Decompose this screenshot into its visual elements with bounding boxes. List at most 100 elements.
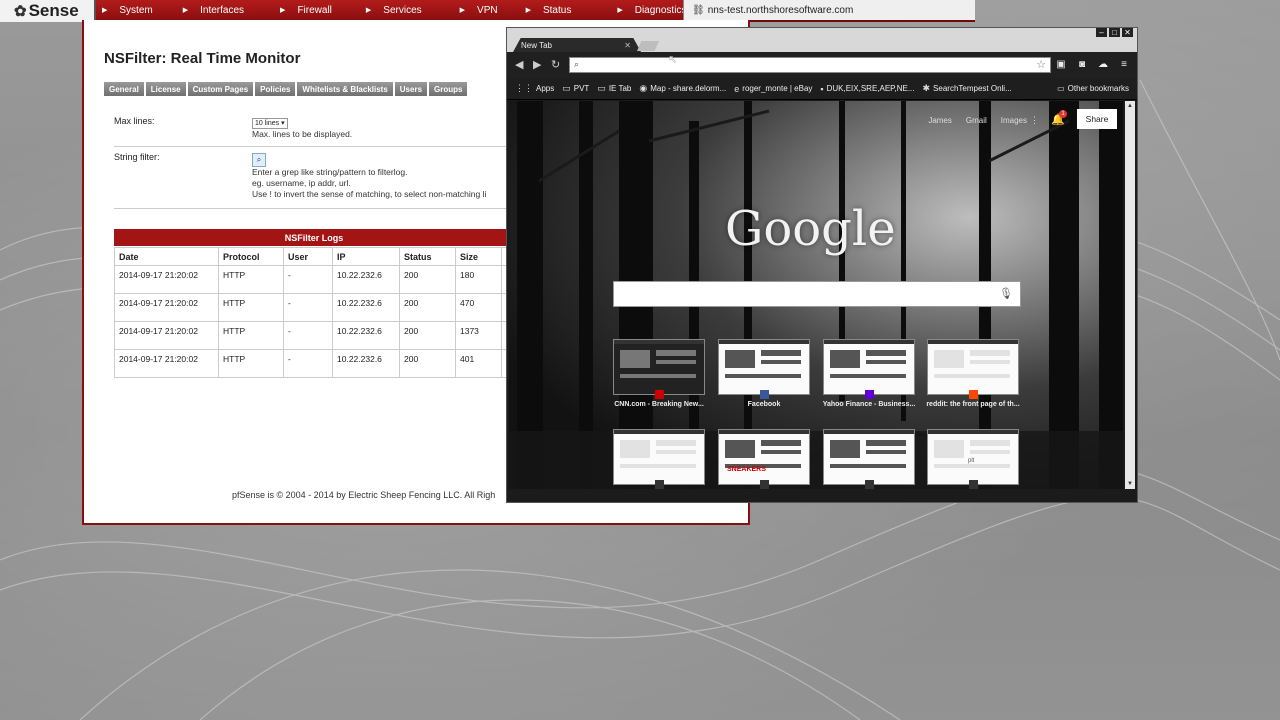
bookmark-map-share-delorm[interactable]: ◉ Map - share.delorm... (639, 83, 726, 94)
most-visited-tile[interactable] (927, 339, 1019, 395)
column-header[interactable]: Protocol (218, 247, 284, 266)
bookmark-roger-monte-ebay[interactable]: e roger_monte | eBay (734, 84, 812, 94)
tab-policies[interactable]: Policies (255, 82, 296, 96)
other-bookmarks[interactable]: ▭ Other bookmarks (1057, 84, 1129, 93)
most-visited-tile[interactable] (718, 339, 810, 395)
tab-custom-pages[interactable]: Custom Pages (187, 82, 254, 96)
reload-icon[interactable]: ↻ (551, 58, 560, 71)
nav-menu-diagnostics[interactable]: ▶ Diagnostics (617, 5, 686, 16)
tile-label[interactable]: reddit: the front page of th... (918, 401, 1028, 408)
tab-license[interactable]: License (145, 82, 186, 96)
tile-thumbnail-block (866, 450, 906, 454)
extension-icon[interactable]: ▣ (1055, 58, 1067, 70)
tile-thumbnail-block (656, 450, 696, 454)
nav-menu-system[interactable]: ▶ System (102, 5, 153, 16)
new-tab-button[interactable] (637, 41, 659, 51)
cell-ip: 10.22.232.6 (332, 349, 400, 378)
most-visited-tile[interactable] (613, 339, 705, 395)
nav-menu-services[interactable]: ▶ Services (366, 5, 422, 16)
notification-count: 1 (1059, 110, 1067, 118)
tile-label[interactable]: Yahoo Finance - Business... (814, 401, 924, 408)
scroll-up-icon[interactable]: ▲ (1127, 103, 1133, 109)
scroll-down-icon[interactable]: ▼ (1127, 481, 1133, 487)
bookmark-searchtempest-onli[interactable]: ✱ SearchTempest Onli... (923, 83, 1012, 94)
menu-icon[interactable]: ≡ (1118, 58, 1130, 70)
tile-thumbnail-text: plt (968, 458, 975, 464)
close-window-icon[interactable]: ✕ (1122, 28, 1133, 37)
tile-label[interactable]: Facebook (709, 401, 819, 408)
column-header[interactable]: Date (114, 247, 219, 266)
camera-icon[interactable]: ◙ (1076, 58, 1088, 70)
address-bar[interactable]: ⌕ ☆ (569, 57, 1051, 73)
column-header[interactable]: IP (332, 247, 400, 266)
map-icon: ◉ (639, 83, 648, 93)
nav-menu-status[interactable]: ▶ Status (526, 5, 572, 16)
bookmark-pvt[interactable]: ▭ PVT (562, 83, 589, 94)
most-visited-tile[interactable] (613, 429, 705, 485)
nav-menu-vpn[interactable]: ▶ VPN (460, 5, 498, 16)
top-link-images[interactable]: Images (1001, 116, 1027, 125)
bookmark-label: IE Tab (608, 84, 632, 93)
max-lines-label: Max lines: (114, 116, 155, 126)
bookmark-label: Map - share.delorm... (650, 84, 727, 93)
cell-date: 2014-09-17 21:20:02 (114, 265, 219, 294)
tab-new-tab[interactable]: New Tab ✕ (513, 38, 641, 52)
column-header[interactable]: Status (399, 247, 456, 266)
cell-user: - (283, 321, 333, 350)
divider (114, 208, 514, 209)
tile-thumbnail-block (620, 440, 650, 458)
scrollbar[interactable]: ▲ ▼ (1125, 101, 1135, 489)
nav-menu-firewall[interactable]: ▶ Firewall (280, 5, 332, 16)
top-link-james[interactable]: James (928, 116, 952, 125)
forward-icon[interactable]: ▶ (533, 58, 541, 71)
pfsense-tabs: General License Custom Pages Policies Whitel… (104, 82, 469, 96)
tab-whitelists-blacklists[interactable]: Whitelists & Blacklists (297, 82, 393, 96)
tab-groups[interactable]: Groups (429, 82, 468, 96)
tile-label[interactable]: CNN.com - Breaking New... (604, 401, 714, 408)
bookmark-label: DUK,EIX,SRE,AEP,NE... (826, 84, 915, 93)
apps-grid-icon[interactable]: ⋮ (1030, 115, 1039, 125)
nav-menu-interfaces[interactable]: ▶ Interfaces (183, 5, 244, 16)
bookmark-label: PVT (573, 84, 590, 93)
maximize-icon[interactable]: □ (1109, 28, 1120, 37)
bookmark-apps[interactable]: ⋮⋮ Apps (515, 83, 554, 94)
nav-menu-label: Diagnostics (634, 4, 687, 16)
cell-size: 401 (455, 349, 502, 378)
nav-menu-label: Services (383, 4, 422, 16)
window-controls: – □ ✕ (1094, 28, 1133, 37)
minimize-icon[interactable]: – (1096, 28, 1107, 37)
page-title: NSFilter: Real Time Monitor (104, 50, 301, 67)
max-lines-setting: 10 lines ▾ Max. lines to be displayed. (252, 117, 352, 140)
most-visited-tile[interactable] (823, 429, 915, 485)
tab-users[interactable]: Users (394, 82, 428, 96)
column-header[interactable]: Size (455, 247, 502, 266)
cloud-icon[interactable]: ☁ (1097, 58, 1109, 70)
close-tab-icon[interactable]: ✕ (624, 41, 631, 50)
most-visited-tile[interactable]: SNEAKERS (718, 429, 810, 485)
most-visited-tile[interactable] (823, 339, 915, 395)
tile-thumbnail-block (934, 464, 1010, 468)
tab-general[interactable]: General (104, 82, 144, 96)
pfsense-logo[interactable]: ✿ Sense (0, 0, 96, 22)
column-header[interactable]: User (283, 247, 333, 266)
microphone-icon[interactable]: 🎙 (999, 287, 1013, 300)
most-visited-tile[interactable]: plt (927, 429, 1019, 485)
share-button[interactable]: Share (1077, 109, 1117, 129)
filter-input-icon[interactable]: ⌕ (252, 153, 266, 167)
finance-icon: ▪ (820, 83, 824, 94)
google-search-input[interactable]: 🎙 (613, 281, 1021, 307)
max-lines-select[interactable]: 10 lines ▾ (252, 118, 288, 129)
divider (114, 146, 514, 147)
tile-thumbnail-header (928, 340, 1018, 344)
bookmark-label: SearchTempest Onli... (933, 84, 1012, 93)
back-icon[interactable]: ◀ (515, 58, 523, 71)
top-link-gmail[interactable]: Gmail (966, 116, 987, 125)
bookmark-star-icon[interactable]: ☆ (1036, 58, 1046, 71)
bookmark-ie-tab[interactable]: ▭ IE Tab (597, 83, 631, 94)
bookmark-duk-eix-sre-aep-ne[interactable]: ▪ DUK,EIX,SRE,AEP,NE... (820, 84, 914, 94)
tile-thumbnail-header (824, 430, 914, 434)
tile-thumbnail-header (719, 430, 809, 434)
cell-user: - (283, 265, 333, 294)
extension-icons: ▣ ◙ ☁ ≡ (1055, 58, 1139, 70)
tile-thumbnail-block (725, 440, 755, 458)
